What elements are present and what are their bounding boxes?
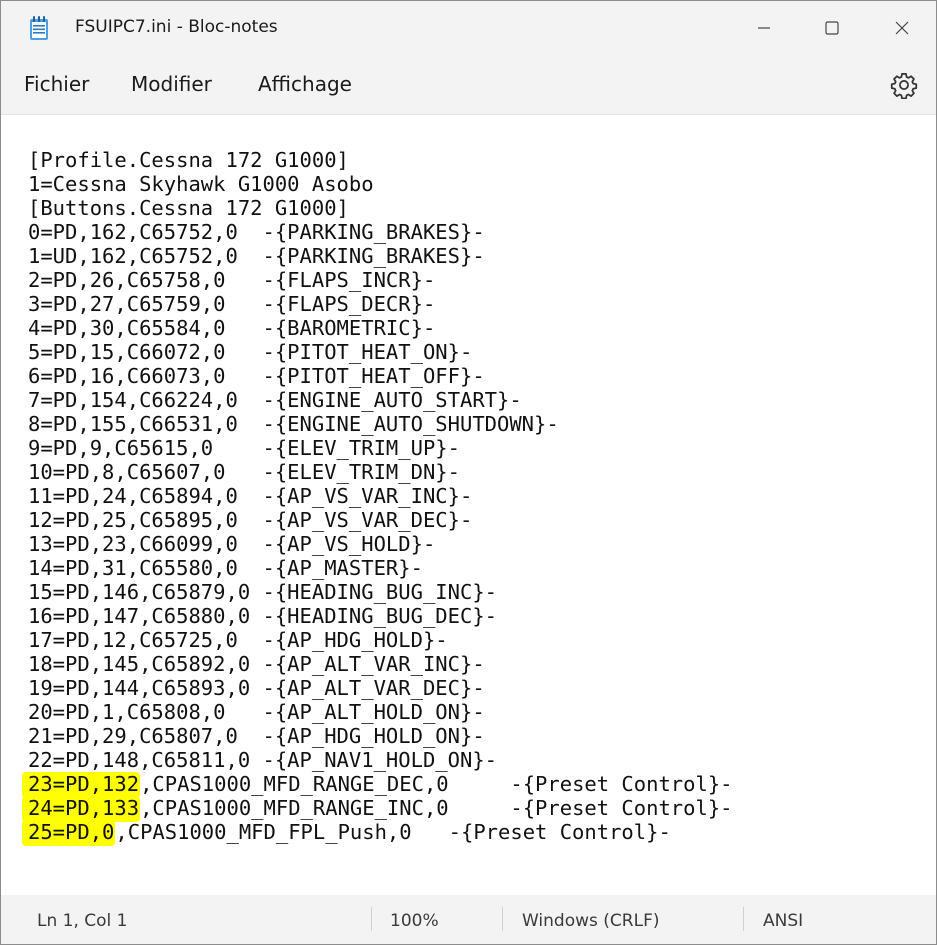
minimize-icon [758, 27, 770, 29]
status-separator [371, 907, 372, 931]
text-line: 18=PD,145,C65892,0 -{AP_ALT_VAR_INC}- [28, 652, 733, 676]
text-line: 16=PD,147,C65880,0 -{HEADING_BUG_DEC}- [28, 604, 733, 628]
line-text: 21=PD,29,C65807,0 -{AP_HDG_HOLD_ON}- [28, 724, 485, 748]
text-line: 12=PD,25,C65895,0 -{AP_VS_VAR_DEC}- [28, 508, 733, 532]
text-line: 15=PD,146,C65879,0 -{HEADING_BUG_INC}- [28, 580, 733, 604]
line-text: 3=PD,27,C65759,0 -{FLAPS_DECR}- [28, 292, 436, 316]
line-text: 13=PD,23,C66099,0 -{AP_VS_HOLD}- [28, 532, 436, 556]
title-bar[interactable]: FSUIPC7.ini - Bloc-notes [1, 1, 936, 57]
text-line: 6=PD,16,C66073,0 -{PITOT_HEAT_OFF}- [28, 364, 733, 388]
line-text: ,CPAS1000_MFD_RANGE_DEC,0 -{Preset Contr… [140, 772, 733, 796]
line-text: 5=PD,15,C66072,0 -{PITOT_HEAT_ON}- [28, 340, 473, 364]
line-text: 20=PD,1,C65808,0 -{AP_ALT_HOLD_ON}- [28, 700, 485, 724]
menu-affichage[interactable]: Affichage [258, 72, 352, 96]
line-text: 11=PD,24,C65894,0 -{AP_VS_VAR_INC}- [28, 484, 473, 508]
minimize-button[interactable] [729, 1, 799, 55]
line-text: [Buttons.Cessna 172 G1000] [28, 196, 349, 220]
line-text: [Profile.Cessna 172 G1000] [28, 148, 349, 172]
text-line: 0=PD,162,C65752,0 -{PARKING_BRAKES}- [28, 220, 733, 244]
status-separator [502, 907, 503, 931]
text-line: 19=PD,144,C65893,0 -{AP_ALT_VAR_DEC}- [28, 676, 733, 700]
line-text: ,CPAS1000_MFD_RANGE_INC,0 -{Preset Contr… [140, 796, 733, 820]
text-line: 8=PD,155,C66531,0 -{ENGINE_AUTO_SHUTDOWN… [28, 412, 733, 436]
line-text: 14=PD,31,C65580,0 -{AP_MASTER}- [28, 556, 423, 580]
maximize-icon [825, 21, 839, 35]
text-line: 3=PD,27,C65759,0 -{FLAPS_DECR}- [28, 292, 733, 316]
line-text: 16=PD,147,C65880,0 -{HEADING_BUG_DEC}- [28, 604, 497, 628]
menu-modifier[interactable]: Modifier [131, 72, 212, 96]
text-line: 9=PD,9,C65615,0 -{ELEV_TRIM_UP}- [28, 436, 733, 460]
line-text: 2=PD,26,C65758,0 -{FLAPS_INCR}- [28, 268, 436, 292]
highlighted-text: 24=PD,133 [22, 796, 141, 822]
text-line: 4=PD,30,C65584,0 -{BAROMETRIC}- [28, 316, 733, 340]
status-bar: Ln 1, Col 1 100% Windows (CRLF) ANSI [1, 895, 936, 944]
line-text: 8=PD,155,C66531,0 -{ENGINE_AUTO_SHUTDOWN… [28, 412, 559, 436]
maximize-button[interactable] [797, 1, 867, 55]
line-text: 1=UD,162,C65752,0 -{PARKING_BRAKES}- [28, 244, 485, 268]
text-line: 11=PD,24,C65894,0 -{AP_VS_VAR_INC}- [28, 484, 733, 508]
text-line: 13=PD,23,C66099,0 -{AP_VS_HOLD}- [28, 532, 733, 556]
text-line: 23=PD,132,CPAS1000_MFD_RANGE_DEC,0 -{Pre… [22, 772, 733, 798]
text-line: 20=PD,1,C65808,0 -{AP_ALT_HOLD_ON}- [28, 700, 733, 724]
menu-bar: Fichier Modifier Affichage [1, 57, 936, 113]
line-text: 12=PD,25,C65895,0 -{AP_VS_VAR_DEC}- [28, 508, 473, 532]
line-text: 9=PD,9,C65615,0 -{ELEV_TRIM_UP}- [28, 436, 460, 460]
editor-content[interactable]: [Profile.Cessna 172 G1000] 1=Cessna Skyha… [22, 148, 733, 846]
text-line: 5=PD,15,C66072,0 -{PITOT_HEAT_ON}- [28, 340, 733, 364]
status-separator [743, 907, 744, 931]
highlighted-text: 23=PD,132 [22, 772, 141, 798]
line-text: 19=PD,144,C65893,0 -{AP_ALT_VAR_DEC}- [28, 676, 485, 700]
text-editor[interactable]: [Profile.Cessna 172 G1000] 1=Cessna Skyha… [1, 114, 936, 896]
text-line: 17=PD,12,C65725,0 -{AP_HDG_HOLD}- [28, 628, 733, 652]
line-text: 6=PD,16,C66073,0 -{PITOT_HEAT_OFF}- [28, 364, 485, 388]
status-zoom[interactable]: 100% [390, 911, 439, 931]
window-title: FSUIPC7.ini - Bloc-notes [75, 17, 278, 37]
text-line: 14=PD,31,C65580,0 -{AP_MASTER}- [28, 556, 733, 580]
status-line-endings[interactable]: Windows (CRLF) [522, 911, 660, 931]
text-line: 1=UD,162,C65752,0 -{PARKING_BRAKES}- [28, 244, 733, 268]
status-cursor-position: Ln 1, Col 1 [37, 911, 128, 931]
text-line: 1=Cessna Skyhawk G1000 Asobo [28, 172, 733, 196]
line-text: 7=PD,154,C66224,0 -{ENGINE_AUTO_START}- [28, 388, 522, 412]
line-text: 1=Cessna Skyhawk G1000 Asobo [28, 172, 374, 196]
line-text: 17=PD,12,C65725,0 -{AP_HDG_HOLD}- [28, 628, 448, 652]
text-line: 25=PD,0,CPAS1000_MFD_FPL_Push,0 -{Preset… [22, 820, 733, 846]
text-line: 2=PD,26,C65758,0 -{FLAPS_INCR}- [28, 268, 733, 292]
line-text: 4=PD,30,C65584,0 -{BAROMETRIC}- [28, 316, 436, 340]
line-text: 10=PD,8,C65607,0 -{ELEV_TRIM_DN}- [28, 460, 460, 484]
text-line: 21=PD,29,C65807,0 -{AP_HDG_HOLD_ON}- [28, 724, 733, 748]
highlighted-text: 25=PD,0 [22, 820, 116, 846]
text-line: 10=PD,8,C65607,0 -{ELEV_TRIM_DN}- [28, 460, 733, 484]
line-text: 22=PD,148,C65811,0 -{AP_NAV1_HOLD_ON}- [28, 748, 497, 772]
line-text: 18=PD,145,C65892,0 -{AP_ALT_VAR_INC}- [28, 652, 485, 676]
text-line: [Buttons.Cessna 172 G1000] [28, 196, 733, 220]
close-button[interactable] [867, 1, 936, 55]
line-text: ,CPAS1000_MFD_FPL_Push,0 -{Preset Contro… [115, 820, 671, 844]
notepad-window: FSUIPC7.ini - Bloc-notes Fichier Modifie… [0, 0, 937, 945]
text-line: [Profile.Cessna 172 G1000] [28, 148, 733, 172]
line-text: 0=PD,162,C65752,0 -{PARKING_BRAKES}- [28, 220, 485, 244]
notepad-icon [30, 16, 48, 40]
close-icon [895, 21, 909, 35]
text-line: 22=PD,148,C65811,0 -{AP_NAV1_HOLD_ON}- [28, 748, 733, 772]
text-line: 24=PD,133,CPAS1000_MFD_RANGE_INC,0 -{Pre… [22, 796, 733, 822]
gear-icon[interactable] [890, 71, 918, 99]
status-encoding[interactable]: ANSI [763, 911, 803, 931]
menu-fichier[interactable]: Fichier [24, 72, 89, 96]
text-line: 7=PD,154,C66224,0 -{ENGINE_AUTO_START}- [28, 388, 733, 412]
line-text: 15=PD,146,C65879,0 -{HEADING_BUG_INC}- [28, 580, 497, 604]
